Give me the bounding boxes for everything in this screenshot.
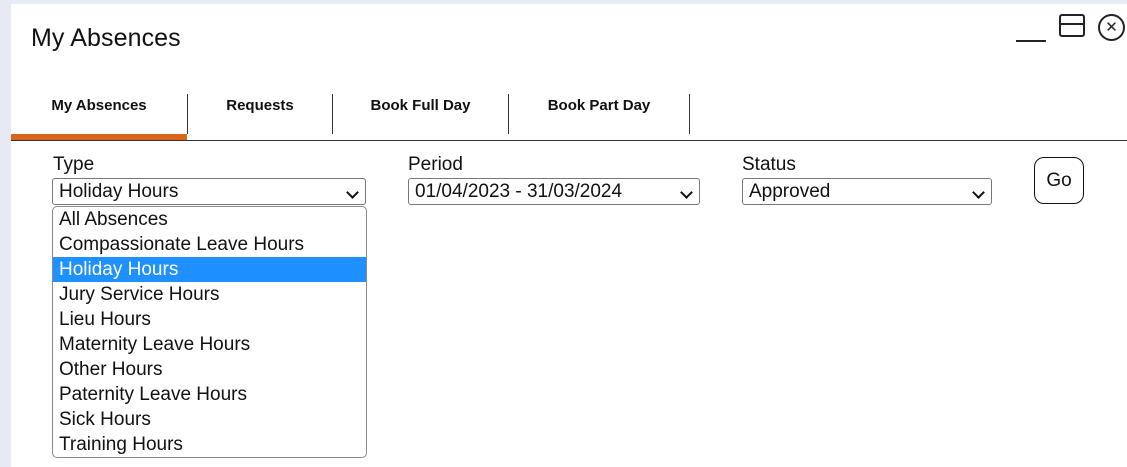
tab-book-full-day[interactable]: Book Full Day: [333, 94, 508, 134]
chevron-down-icon: [680, 186, 693, 199]
type-select[interactable]: Holiday Hours: [52, 178, 366, 205]
go-button[interactable]: Go: [1034, 157, 1084, 204]
tab-book-part-day[interactable]: Book Part Day: [509, 94, 689, 134]
tab-my-absences[interactable]: My Absences: [11, 94, 187, 140]
page-title: My Absences: [31, 24, 181, 52]
dropdown-option[interactable]: Training Hours: [53, 432, 366, 457]
tab-label: My Absences: [51, 97, 147, 114]
dropdown-option-selected[interactable]: Holiday Hours: [53, 257, 366, 282]
dropdown-option[interactable]: Paternity Leave Hours: [53, 382, 366, 407]
tab-divider: [689, 94, 690, 134]
type-select-value: Holiday Hours: [59, 181, 179, 202]
chevron-down-icon: [346, 186, 359, 199]
dropdown-option[interactable]: All Absences: [53, 207, 366, 232]
tab-label: Book Part Day: [547, 97, 651, 114]
chevron-down-icon: [972, 186, 985, 199]
tab-label: Requests: [226, 97, 294, 114]
tab-label: Book Full Day: [370, 97, 471, 114]
tab-requests[interactable]: Requests: [188, 94, 332, 134]
minimize-icon[interactable]: [1016, 12, 1046, 42]
type-label: Type: [53, 154, 95, 175]
status-select[interactable]: Approved: [742, 178, 992, 205]
absences-window: My Absences ✕ My Absences Requests Book …: [11, 4, 1127, 467]
maximize-icon[interactable]: [1059, 14, 1085, 37]
dropdown-option[interactable]: Compassionate Leave Hours: [53, 232, 366, 257]
dropdown-option[interactable]: Lieu Hours: [53, 307, 366, 332]
close-icon[interactable]: ✕: [1098, 14, 1125, 41]
period-label: Period: [408, 154, 463, 175]
type-dropdown-list: All Absences Compassionate Leave Hours H…: [52, 206, 367, 458]
tab-bar: My Absences Requests Book Full Day Book …: [11, 94, 1127, 141]
status-label: Status: [742, 154, 796, 175]
dropdown-option[interactable]: Sick Hours: [53, 407, 366, 432]
dropdown-option[interactable]: Jury Service Hours: [53, 282, 366, 307]
period-select-value: 01/04/2023 - 31/03/2024: [415, 181, 623, 202]
status-select-value: Approved: [749, 181, 831, 202]
dropdown-option[interactable]: Maternity Leave Hours: [53, 332, 366, 357]
period-select[interactable]: 01/04/2023 - 31/03/2024: [408, 178, 700, 205]
dropdown-option[interactable]: Other Hours: [53, 357, 366, 382]
